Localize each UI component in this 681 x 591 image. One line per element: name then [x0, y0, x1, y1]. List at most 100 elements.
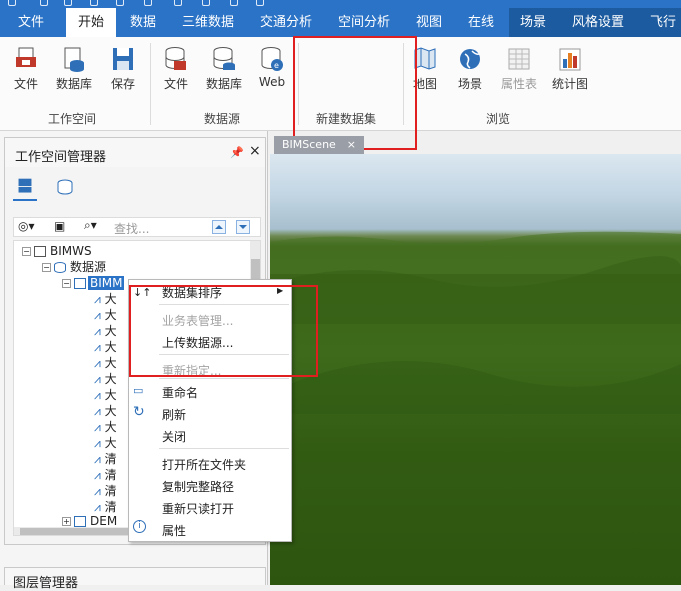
terrain-dataset-icon: ⩘ — [94, 404, 101, 418]
tree-node-dataset[interactable]: ⩘ 大 — [94, 403, 117, 419]
tree-node-workspace[interactable]: − BIMWS — [22, 243, 92, 259]
scroll-thumb[interactable] — [20, 528, 130, 535]
datasource-database-icon — [213, 47, 235, 70]
expand-icon[interactable]: + — [62, 517, 71, 526]
arrow-up-icon — [215, 225, 223, 229]
new-icon[interactable] — [40, 0, 48, 6]
tab-view[interactable]: 视图 — [416, 8, 442, 37]
move-down-button[interactable] — [236, 220, 250, 234]
arrow-down-icon — [239, 225, 247, 229]
datasource-file-icon — [165, 47, 186, 70]
title-bar — [0, 0, 681, 8]
tab-style[interactable]: 风格设置 — [572, 8, 624, 37]
database-icon — [74, 516, 86, 527]
terrain-dataset-icon: ⩘ — [94, 484, 101, 498]
rename-icon: ▭ — [133, 384, 144, 397]
terrain-dataset-icon: ⩘ — [94, 308, 101, 322]
tab-bimscene[interactable]: BIMScene × — [274, 136, 364, 154]
browse-attribute-table-button[interactable]: 属性表 — [496, 43, 542, 99]
save-disk-icon — [113, 48, 133, 70]
workspace-icon — [34, 246, 46, 257]
workspace-file-button[interactable]: 文件 — [3, 43, 49, 99]
tab-spatial-analysis[interactable]: 空间分析 — [338, 8, 390, 37]
full-extent-icon[interactable] — [256, 0, 264, 6]
tree-node-dataset[interactable]: ⩘ 大 — [94, 307, 117, 323]
locate-icon[interactable]: ▣ — [54, 219, 65, 233]
move-up-button[interactable] — [212, 220, 226, 234]
terrain-dataset-icon: ⩘ — [94, 420, 101, 434]
terrain-dataset-icon: ⩘ — [94, 388, 101, 402]
panel-toolbar: ◎▾ ▣ ⌕▾ 查找... — [13, 217, 261, 237]
menu-item-open-folder[interactable]: 打开所在文件夹 — [162, 456, 246, 473]
close-tab-icon[interactable]: × — [347, 136, 356, 154]
pin-icon[interactable]: 📌 — [230, 146, 244, 159]
save-icon[interactable] — [90, 0, 98, 6]
workspace-database-button[interactable]: 数据库 — [51, 43, 97, 99]
tree-node-dataset[interactable]: ⩘ 清 — [94, 483, 117, 499]
zoom-out-icon[interactable] — [202, 0, 210, 6]
zoom-in-icon[interactable] — [174, 0, 182, 6]
tab-database-icon[interactable] — [53, 175, 77, 201]
tree-node-datasources[interactable]: − 数据源 — [42, 259, 106, 275]
tree-node-dataset[interactable]: ⩘ 大 — [94, 323, 117, 339]
tab-traffic-analysis[interactable]: 交通分析 — [260, 8, 312, 37]
layer-manager-panel: 图层管理器 — [4, 567, 266, 591]
collapse-icon[interactable]: − — [62, 279, 71, 288]
tree-node-dataset[interactable]: ⩘ 清 — [94, 467, 117, 483]
scene-globe-icon — [460, 49, 480, 69]
collapse-icon[interactable]: − — [42, 263, 51, 272]
datasource-database-button[interactable]: 数据库 — [201, 43, 247, 99]
datasource-web-button[interactable]: e Web — [249, 43, 295, 99]
tab-file[interactable]: 文件 — [18, 8, 44, 37]
terrain-dataset-icon: ⩘ — [94, 452, 101, 466]
tree-node-dataset[interactable]: ⩘ 大 — [94, 339, 117, 355]
tree-node-bim[interactable]: − BIMM — [62, 275, 125, 291]
close-icon[interactable]: × — [249, 143, 261, 159]
menu-bar: 文件 开始 数据 三维数据 交通分析 空间分析 视图 在线 场景 风格设置 飞行 — [0, 8, 681, 37]
tab-scene[interactable]: 场景 — [520, 8, 546, 37]
tree-node-dataset[interactable]: ⩘ 大 — [94, 435, 117, 451]
browse-chart-button[interactable]: 统计图 — [547, 43, 593, 99]
search-icon[interactable]: ⌕▾ — [84, 218, 97, 233]
tab-3d-data[interactable]: 三维数据 — [182, 8, 234, 37]
tab-home[interactable]: 开始 — [66, 8, 117, 37]
datasource-file-button[interactable]: 文件 — [153, 43, 199, 99]
search-input[interactable]: 查找... — [114, 220, 149, 237]
3d-scene-view[interactable] — [270, 154, 681, 585]
menu-item-reopen-readonly[interactable]: 重新只读打开 — [162, 500, 234, 517]
group-label-browse: 浏览 — [486, 112, 511, 126]
attribute-table-icon — [508, 48, 530, 70]
collapse-icon[interactable]: − — [22, 247, 31, 256]
pan-icon[interactable] — [230, 0, 238, 6]
menu-item-close[interactable]: 关闭 — [162, 428, 186, 445]
svg-text:e: e — [274, 61, 279, 70]
undo-icon[interactable] — [116, 0, 124, 6]
terrain-dataset-icon: ⩘ — [94, 340, 101, 354]
open-icon[interactable] — [64, 0, 72, 6]
pointer-icon[interactable] — [144, 0, 152, 6]
tab-online[interactable]: 在线 — [468, 8, 494, 37]
tree-node-dataset[interactable]: ⩘ 清 — [94, 451, 117, 467]
tree-node-dataset[interactable]: ⩘ 大 — [94, 291, 117, 307]
tab-data[interactable]: 数据 — [130, 8, 156, 37]
tree-node-dataset[interactable]: ⩘ 大 — [94, 387, 117, 403]
menu-item-rename[interactable]: 重命名 — [162, 384, 198, 401]
menu-item-properties[interactable]: 属性 — [162, 522, 186, 539]
tab-workspace-tree-icon[interactable] — [13, 175, 37, 201]
terrain-dataset-icon: ⩘ — [94, 324, 101, 338]
database-icon — [74, 278, 86, 289]
layer-manager-title: 图层管理器 — [13, 576, 79, 591]
datasource-icon — [54, 262, 66, 273]
workspace-save-button[interactable]: 保存 — [100, 43, 146, 99]
tree-node-dataset[interactable]: ⩘ 大 — [94, 355, 117, 371]
tree-node-dataset[interactable]: ⩘ 大 — [94, 371, 117, 387]
terrain-dataset-icon: ⩘ — [94, 292, 101, 306]
web-globe-icon: e — [261, 47, 283, 71]
menu-item-refresh[interactable]: 刷新 — [162, 406, 186, 423]
menu-item-copy-path[interactable]: 复制完整路径 — [162, 478, 234, 495]
tree-node-dataset[interactable]: ⩘ 大 — [94, 419, 117, 435]
view-options-icon[interactable]: ◎▾ — [18, 219, 35, 233]
tab-flight[interactable]: 飞行 — [650, 8, 676, 37]
ribbon-separator — [150, 43, 151, 125]
browse-scene-button[interactable]: 场景 — [447, 43, 493, 99]
